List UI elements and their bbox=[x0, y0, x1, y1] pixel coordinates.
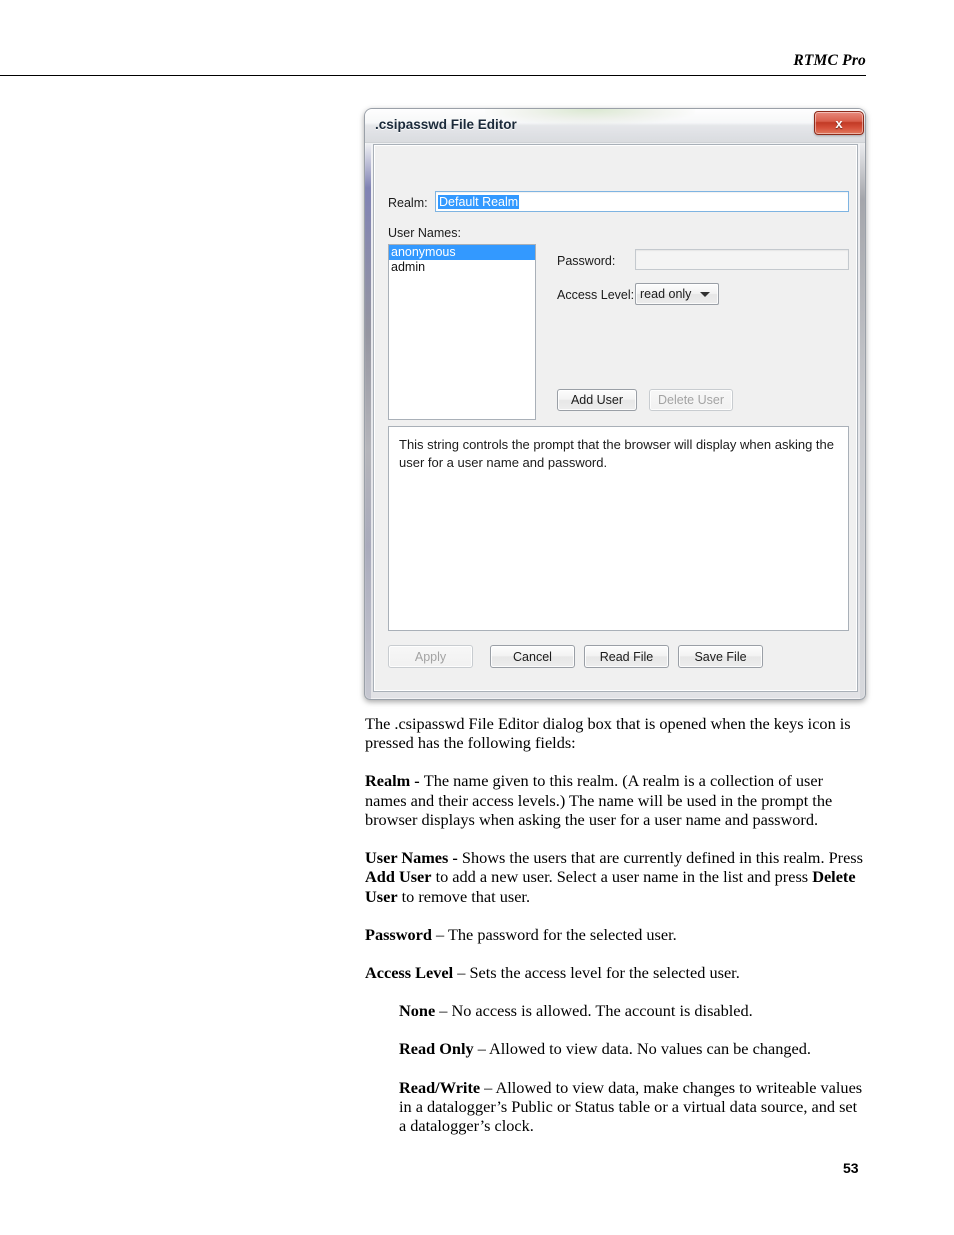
header-title: RTMC Pro bbox=[793, 52, 866, 69]
none-description: – No access is allowed. The account is d… bbox=[435, 1001, 753, 1021]
dialog-client-area: Realm: Default Realm User Names: anonymo… bbox=[373, 144, 858, 692]
window-left-border bbox=[365, 143, 371, 699]
csipasswd-file-editor-dialog: .csipasswd File Editor x Realm: Default … bbox=[364, 108, 866, 700]
add-user-button[interactable]: Add User bbox=[557, 389, 637, 411]
usernames-seg3: to remove that user. bbox=[397, 886, 531, 906]
password-label: Password: bbox=[557, 254, 616, 268]
access-level-value: read only bbox=[640, 287, 692, 301]
password-term: Password bbox=[365, 924, 432, 944]
realm-label: Realm: bbox=[388, 196, 428, 210]
password-description: – The password for the selected user. bbox=[431, 924, 677, 944]
access-level-paragraph: Access Level – Sets the access level for… bbox=[365, 963, 865, 982]
read-only-description: – Allowed to view data. No values can be… bbox=[473, 1039, 811, 1059]
read-only-term: Read Only bbox=[399, 1039, 474, 1059]
usernames-term: User Names - bbox=[365, 848, 462, 868]
user-names-label: User Names: bbox=[388, 226, 461, 240]
cancel-button[interactable]: Cancel bbox=[490, 645, 575, 668]
intro-text: The .csipasswd File Editor dialog box th… bbox=[365, 714, 851, 753]
usernames-paragraph: User Names - Shows the users that are cu… bbox=[365, 848, 865, 906]
close-glyph: x bbox=[835, 115, 843, 131]
page-number: 53 bbox=[843, 1160, 859, 1176]
document-body: The .csipasswd File Editor dialog box th… bbox=[365, 714, 865, 1154]
password-input[interactable] bbox=[635, 249, 849, 270]
dialog-titlebar[interactable]: .csipasswd File Editor x bbox=[365, 109, 865, 143]
usernames-seg2: to add a new user. Select a user name in… bbox=[431, 867, 813, 887]
page-header: RTMC Pro bbox=[0, 52, 866, 80]
delete-user-button: Delete User bbox=[649, 389, 733, 411]
none-term: None bbox=[399, 1001, 436, 1021]
access-level-description: – Sets the access level for the selected… bbox=[453, 962, 740, 982]
read-only-paragraph: Read Only – Allowed to view data. No val… bbox=[399, 1039, 865, 1058]
list-item[interactable]: admin bbox=[389, 260, 535, 275]
window-right-border bbox=[860, 143, 865, 699]
apply-button: Apply bbox=[388, 645, 473, 668]
description-textarea[interactable]: This string controls the prompt that the… bbox=[388, 426, 849, 631]
dialog-title: .csipasswd File Editor bbox=[375, 117, 517, 132]
realm-term: Realm - bbox=[365, 771, 424, 791]
access-level-select[interactable]: read only bbox=[635, 283, 719, 305]
header-divider bbox=[0, 75, 866, 76]
realm-paragraph: Realm - The name given to this realm. (A… bbox=[365, 771, 865, 829]
list-item[interactable]: anonymous bbox=[389, 245, 535, 260]
realm-description: The name given to this realm. (A realm i… bbox=[365, 771, 833, 829]
none-paragraph: None – No access is allowed. The account… bbox=[399, 1001, 865, 1020]
read-write-term: Read/Write bbox=[399, 1077, 481, 1097]
usernames-seg1: Shows the users that are currently defin… bbox=[461, 848, 863, 868]
realm-input-value: Default Realm bbox=[438, 194, 520, 209]
access-level-label: Access Level: bbox=[557, 288, 635, 302]
realm-input[interactable]: Default Realm bbox=[435, 191, 849, 212]
read-file-button[interactable]: Read File bbox=[584, 645, 669, 668]
user-names-listbox[interactable]: anonymous admin bbox=[388, 244, 536, 420]
dialog-frame: .csipasswd File Editor x Realm: Default … bbox=[364, 108, 866, 700]
intro-paragraph: The .csipasswd File Editor dialog box th… bbox=[365, 714, 865, 752]
usernames-bold-add-user: Add User bbox=[365, 867, 432, 887]
close-icon[interactable]: x bbox=[814, 111, 864, 135]
save-file-button[interactable]: Save File bbox=[678, 645, 763, 668]
description-text: This string controls the prompt that the… bbox=[399, 437, 838, 470]
chevron-down-icon bbox=[700, 291, 710, 297]
access-level-term: Access Level bbox=[365, 962, 454, 982]
password-paragraph: Password – The password for the selected… bbox=[365, 925, 865, 944]
read-write-paragraph: Read/Write – Allowed to view data, make … bbox=[399, 1078, 865, 1136]
